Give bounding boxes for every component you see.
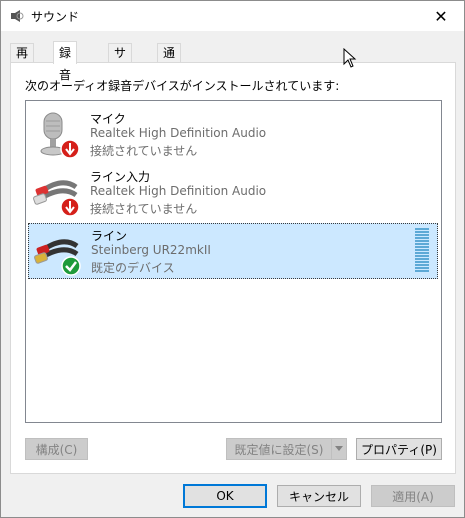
properties-button[interactable]: プロパティ(P) [356, 438, 442, 460]
microphone-icon [40, 112, 80, 159]
set-default-dropdown-button[interactable] [331, 438, 347, 460]
tab-playback[interactable]: 再生 [10, 43, 35, 79]
disconnected-badge-icon [60, 139, 80, 159]
device-description: Steinberg UR22mkII [91, 243, 211, 257]
device-list[interactable]: マイク Realtek High Definition Audio 接続されてい… [25, 100, 442, 423]
rca-cable-icon [33, 180, 80, 217]
device-name: ライン [91, 229, 128, 243]
device-item-microphone[interactable]: マイク Realtek High Definition Audio 接続されてい… [28, 107, 438, 163]
device-name: ライン入力 [90, 170, 151, 184]
rca-cable-icon [34, 239, 81, 276]
cancel-button[interactable]: キャンセル [277, 485, 361, 507]
configure-button[interactable]: 構成(C) [25, 438, 88, 460]
set-default-button[interactable]: 既定値に設定(S) [226, 438, 332, 460]
tab-sounds[interactable]: サウンド [108, 43, 133, 117]
apply-button[interactable]: 適用(A) [371, 485, 455, 507]
device-description: Realtek High Definition Audio [90, 184, 267, 198]
tab-communications[interactable]: 通信 [157, 43, 182, 79]
chevron-down-icon [335, 446, 343, 451]
default-check-badge-icon [61, 256, 81, 276]
tab-recording[interactable]: 録音 [53, 41, 78, 82]
level-meter [415, 228, 429, 274]
disconnected-badge-icon [60, 197, 80, 217]
device-status: 接続されていません [90, 202, 198, 216]
close-icon: ✕ [434, 6, 448, 26]
title-bar: サウンド ✕ [1, 1, 464, 31]
device-name: マイク [90, 112, 126, 126]
mouse-pointer-icon [343, 48, 357, 68]
device-status: 既定のデバイス [91, 261, 175, 275]
device-status: 接続されていません [90, 144, 198, 158]
panel-description: 次のオーディオ録音デバイスがインストールされています: [25, 79, 340, 93]
sound-dialog: サウンド ✕ 再生 録音 サウンド 通信 次のオーディオ録音デバイスがインストー… [0, 0, 465, 518]
device-item-line[interactable]: ライン Steinberg UR22mkII 既定のデバイス [28, 223, 438, 279]
device-item-line-in[interactable]: ライン入力 Realtek High Definition Audio 接続され… [28, 165, 438, 221]
ok-button[interactable]: OK [183, 484, 267, 508]
speaker-icon [11, 10, 24, 22]
window-title: サウンド [31, 10, 80, 24]
device-description: Realtek High Definition Audio [90, 126, 267, 140]
recording-panel: 次のオーディオ録音デバイスがインストールされています: マイク Realtek … [10, 62, 456, 474]
close-button[interactable]: ✕ [418, 1, 464, 31]
